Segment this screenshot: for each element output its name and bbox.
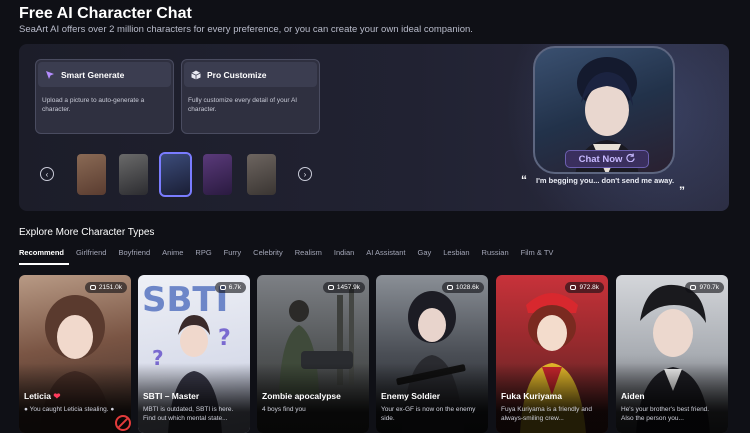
chat-count: 970.7k (699, 284, 719, 291)
card-name: Enemy Soldier (381, 391, 441, 401)
tab-recommend[interactable]: Recommend (19, 248, 64, 262)
carousel-next-button[interactable]: › (298, 167, 312, 181)
carousel-thumb[interactable] (203, 154, 232, 195)
emoji-icon: ● (24, 406, 28, 413)
card-blurb: ● You caught Leticia stealing. ● (24, 405, 126, 414)
tab-furry[interactable]: Furry (224, 248, 242, 262)
character-card-enemy-soldier[interactable]: 1028.6k Enemy Soldier Your ex-GF is now … (376, 275, 488, 433)
tab-realism[interactable]: Realism (295, 248, 322, 262)
chat-count-badge: 2151.0k (84, 282, 127, 293)
ban-icon (115, 415, 131, 431)
chat-count: 1028.6k (455, 284, 479, 291)
chat-count: 2151.0k (98, 284, 122, 291)
hero-banner: Smart Generate Upload a picture to auto-… (19, 44, 729, 211)
character-card-leticia[interactable]: 2151.0k Leticia ❤ ● You caught Leticia s… (19, 275, 131, 433)
character-card-sbti-master[interactable]: SBTI?? 6.7k SBTI – Master MBTI is outdat… (138, 275, 250, 433)
character-card-fuka-kuriyama[interactable]: 972.8k Fuka Kuriyama Fuya Kuriyama is a … (496, 275, 608, 433)
category-tabs: Recommend Girlfriend Boyfriend Anime RPG… (19, 248, 565, 262)
pro-customize-header: Pro Customize (184, 62, 317, 87)
carousel-prev-button[interactable]: ‹ (40, 167, 54, 181)
emoji-icon: ● (110, 406, 115, 413)
character-card-zombie-apocalypse[interactable]: 1457.9k Zombie apocalypse 4 boys find yo… (257, 275, 369, 433)
chevron-left-icon: ‹ (45, 169, 49, 179)
cube-icon (191, 70, 201, 80)
pro-customize-card[interactable]: Pro Customize Fully customize every deta… (181, 59, 320, 134)
quote-close-icon: ” (679, 184, 685, 198)
smart-generate-card[interactable]: Smart Generate Upload a picture to auto-… (35, 59, 174, 134)
tab-anime[interactable]: Anime (162, 248, 183, 262)
chat-count: 1457.9k (336, 284, 360, 291)
chat-count-badge: 1028.6k (441, 282, 484, 293)
tab-girlfriend[interactable]: Girlfriend (76, 248, 106, 262)
tab-ai-assistant[interactable]: AI Assistant (366, 248, 405, 262)
card-blurb: Fuya Kuriyama is a friendly and always-s… (501, 406, 593, 422)
svg-text:?: ? (218, 326, 231, 351)
card-name: Zombie apocalypse (262, 391, 341, 401)
tab-film-tv[interactable]: Film & TV (521, 248, 554, 262)
carousel-thumb[interactable] (77, 154, 106, 195)
tab-celebrity[interactable]: Celebrity (253, 248, 283, 262)
carousel-thumb-active[interactable] (159, 152, 192, 197)
card-name-text: Leticia (24, 391, 51, 401)
quote-open-icon: “ (521, 173, 527, 187)
active-tab-underline (19, 263, 69, 265)
tab-boyfriend[interactable]: Boyfriend (118, 248, 150, 262)
refresh-icon (626, 153, 636, 165)
chat-count-badge: 972.8k (565, 282, 604, 293)
explore-title: Explore More Character Types (19, 227, 155, 238)
chat-bubble-icon (327, 285, 334, 290)
page-subtitle: SeaArt AI offers over 2 million characte… (19, 24, 473, 35)
chat-count-badge: 6.7k (214, 282, 246, 293)
tab-lesbian[interactable]: Lesbian (443, 248, 469, 262)
chat-count: 972.8k (579, 284, 599, 291)
card-name: SBTI – Master (143, 391, 200, 401)
chat-bubble-icon (570, 285, 577, 290)
chat-count-badge: 1457.9k (322, 282, 365, 293)
chat-count: 6.7k (228, 284, 241, 291)
card-blurb: Your ex-GF is now on the enemy side. (381, 406, 476, 422)
chat-bubble-icon (219, 285, 226, 290)
pro-customize-label: Pro Customize (207, 69, 267, 80)
card-name: Aiden (621, 391, 645, 401)
carousel-thumb[interactable] (247, 154, 276, 195)
character-card-aiden[interactable]: 970.7k Aiden He's your brother's best fr… (616, 275, 728, 433)
chevron-right-icon: › (303, 169, 307, 179)
card-blurb-text: You caught Leticia stealing. (29, 406, 109, 413)
smart-generate-desc: Upload a picture to auto-generate a char… (42, 97, 145, 113)
chat-bubble-icon (446, 285, 453, 290)
heart-icon: ❤ (53, 391, 61, 401)
smart-generate-label: Smart Generate (61, 69, 125, 80)
card-blurb: MBTI is outdated, SBTI is here. Find out… (143, 406, 234, 422)
chat-count-badge: 970.7k (685, 282, 724, 293)
card-blurb: 4 boys find you (262, 406, 306, 413)
card-name: Fuka Kuriyama (501, 391, 562, 401)
carousel-thumb[interactable] (119, 154, 148, 195)
tab-rpg[interactable]: RPG (195, 248, 211, 262)
smart-generate-header: Smart Generate (38, 62, 171, 87)
pro-customize-desc: Fully customize every detail of your AI … (188, 97, 298, 113)
page-title: Free AI Character Chat (19, 5, 192, 22)
tab-gay[interactable]: Gay (417, 248, 431, 262)
card-blurb: He's your brother's best friend. Also th… (621, 406, 710, 422)
chat-bubble-icon (690, 285, 697, 290)
cursor-icon (45, 70, 55, 80)
tab-indian[interactable]: Indian (334, 248, 354, 262)
tab-russian[interactable]: Russian (482, 248, 509, 262)
chat-now-label: Chat Now (578, 153, 623, 165)
chat-now-button[interactable]: Chat Now (565, 150, 649, 168)
chat-bubble-icon (89, 285, 96, 290)
card-name: Leticia ❤ (24, 391, 60, 402)
